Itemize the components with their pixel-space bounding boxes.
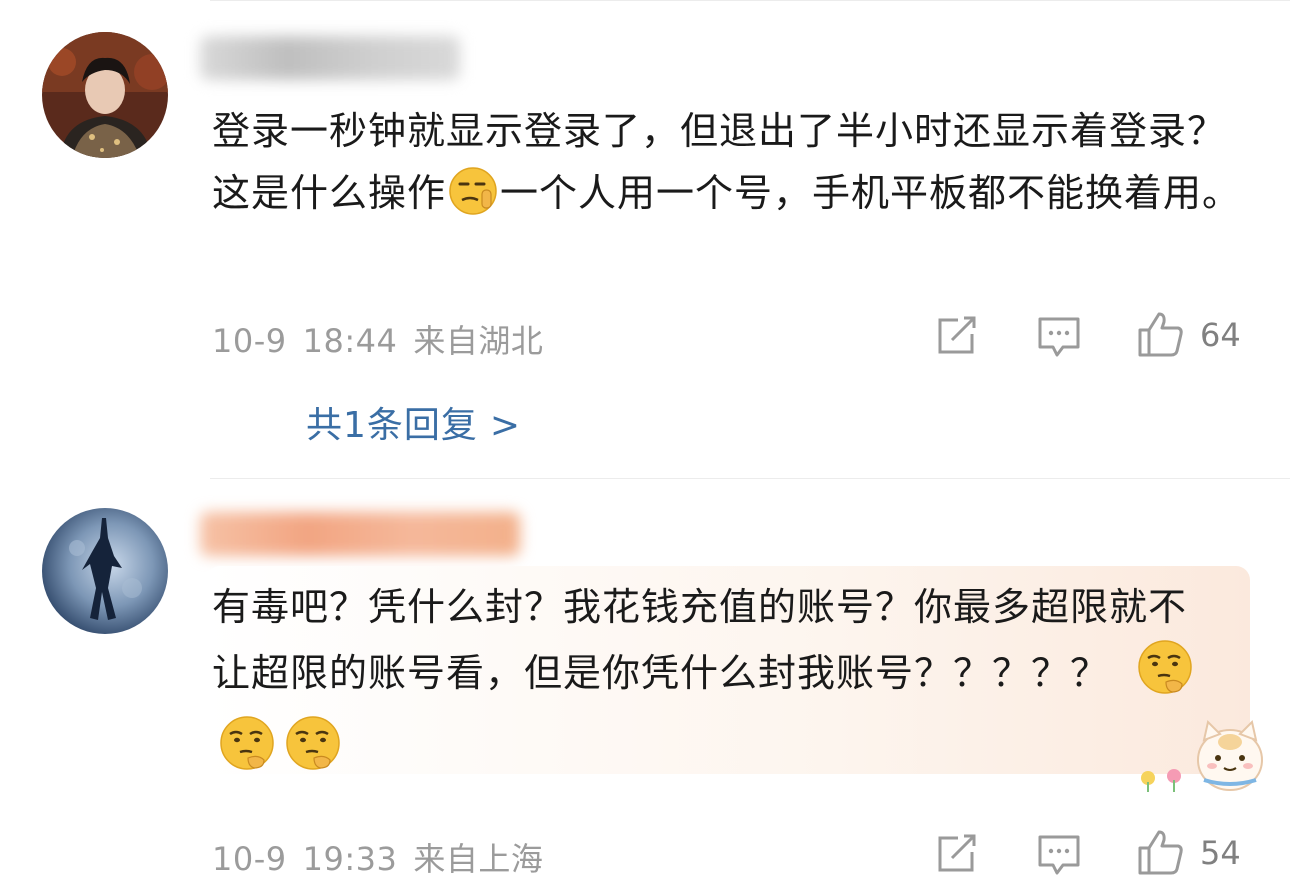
comment-time: 18:44 [302, 322, 398, 360]
comment-text-part1: 有毒吧？凭什么封？我花钱充值的账号？你最多超限就不让超限的账号看，但是你凭什么封… [212, 585, 1188, 695]
shh-face-emoji-icon [448, 166, 498, 234]
like-count: 64 [1200, 316, 1241, 354]
comment-meta: 10-9 19:33 来自上海 [212, 834, 559, 880]
view-replies-link[interactable]: 共1条回复 > [306, 396, 521, 448]
thinking-face-emoji-icon [284, 714, 342, 790]
comment-text-part2: 一个人用一个号，手机平板都不能换着用。 [500, 171, 1242, 215]
comment-date: 10-9 [212, 322, 287, 360]
comment-text: 有毒吧？凭什么封？我花钱充值的账号？你最多超限就不让超限的账号看，但是你凭什么封… [212, 576, 1202, 790]
like-icon[interactable] [1137, 310, 1185, 362]
comment-text: 登录一秒钟就显示登录了，但退出了半小时还显示着登录？这是什么操作 一个人用一个号… [212, 100, 1242, 234]
comment-icon[interactable] [1037, 834, 1081, 880]
comment-meta: 10-9 18:44 来自湖北 [212, 316, 559, 362]
comment-icon[interactable] [1037, 316, 1081, 362]
like-icon[interactable] [1137, 828, 1185, 880]
avatar[interactable] [42, 32, 168, 158]
avatar[interactable] [42, 508, 168, 634]
thinking-face-emoji-icon [218, 714, 276, 790]
share-icon[interactable] [936, 834, 978, 878]
comment-time: 19:33 [302, 840, 398, 878]
thinking-face-emoji-icon [1136, 638, 1194, 714]
username-blurred[interactable] [200, 512, 520, 556]
comment-date: 10-9 [212, 840, 287, 878]
like-count: 54 [1200, 834, 1241, 872]
comment-location: 来自湖北 [413, 322, 544, 360]
top-divider [210, 0, 1290, 1]
comment-divider [210, 478, 1290, 479]
share-icon[interactable] [936, 316, 978, 360]
view-replies-label: 共1条回复 [306, 405, 478, 446]
chevron-right-icon: > [489, 405, 522, 446]
cat-sticker-icon [1132, 716, 1272, 804]
comment-location: 来自上海 [413, 840, 544, 878]
username-blurred[interactable] [200, 36, 460, 80]
